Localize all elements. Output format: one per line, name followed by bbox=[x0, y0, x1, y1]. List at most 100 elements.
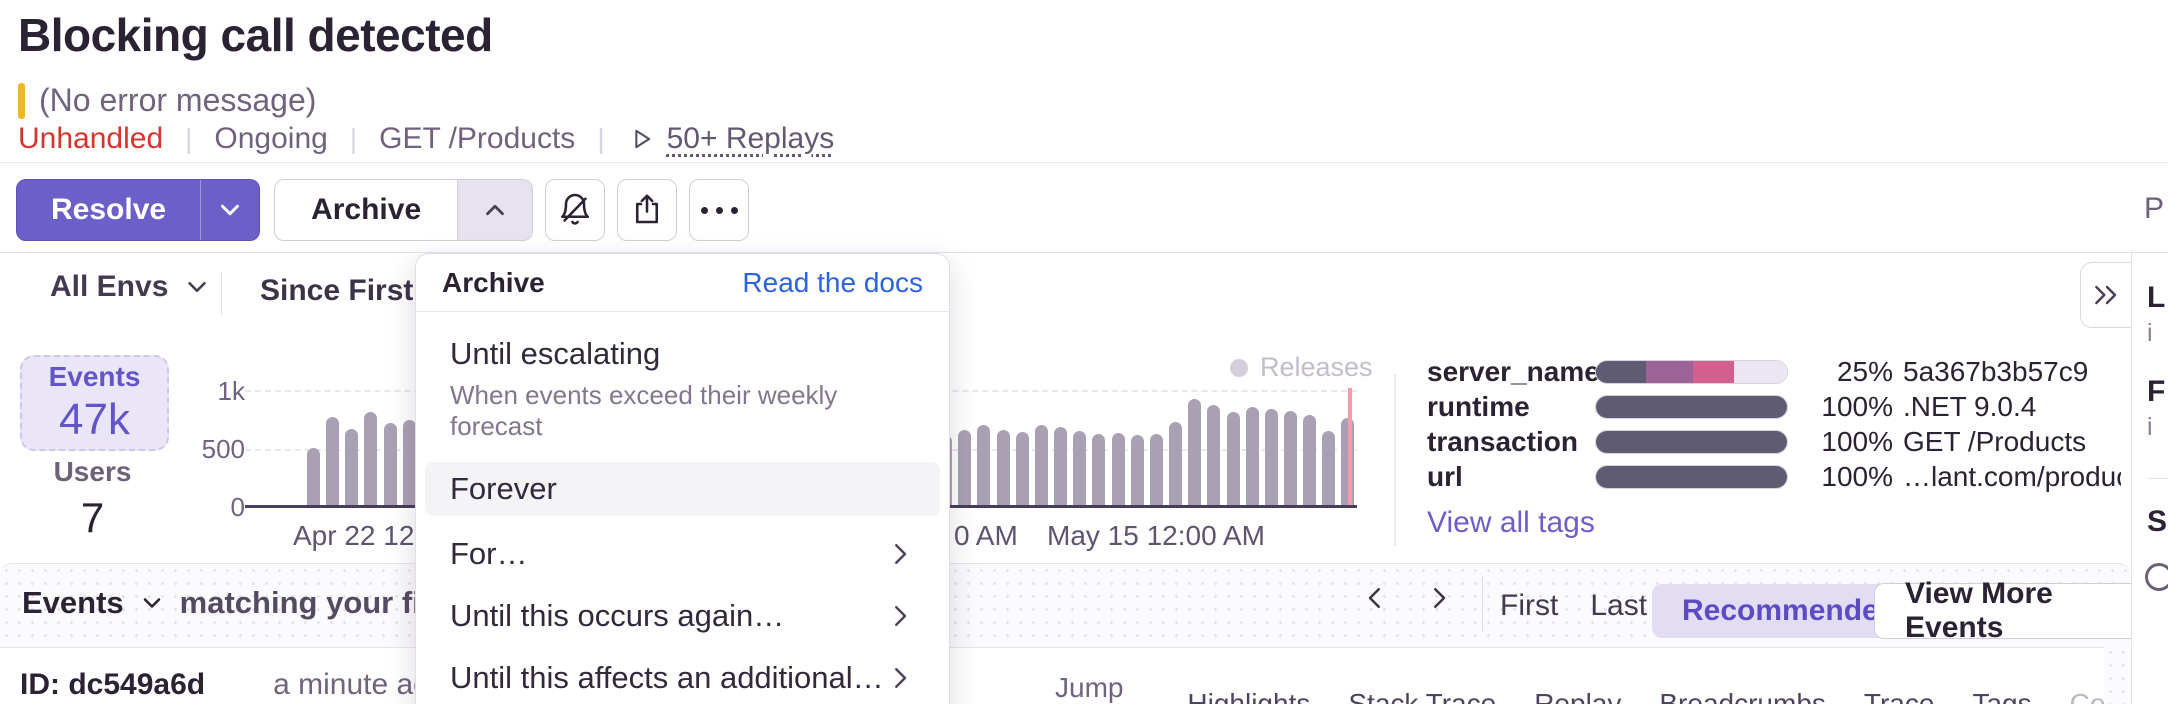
sidebar-text-fragment: i bbox=[2147, 413, 2168, 442]
x-tick-may8-fragment: 0 AM bbox=[954, 520, 1018, 552]
tag-row[interactable]: runtime 100% .NET 9.0.4 bbox=[1427, 389, 2121, 424]
chart-bar bbox=[1169, 422, 1182, 508]
replays-link[interactable]: 50+ Replays bbox=[627, 122, 835, 156]
last-event-link[interactable]: Last bbox=[1590, 589, 1647, 623]
jump-link-tags[interactable]: Tags bbox=[1972, 688, 2031, 704]
chart-bar bbox=[345, 429, 358, 508]
jump-link-breadcrumbs[interactable]: Breadcrumbs bbox=[1659, 688, 1826, 704]
archive-button[interactable]: Archive bbox=[274, 179, 533, 241]
avatar bbox=[2145, 563, 2168, 591]
chart-bar bbox=[1035, 425, 1048, 508]
jump-link-replay[interactable]: Replay bbox=[1534, 688, 1621, 704]
environment-selector[interactable]: All Envs bbox=[50, 270, 212, 304]
chevron-left-icon[interactable] bbox=[1360, 583, 1390, 613]
archive-dropdown-button[interactable] bbox=[457, 180, 532, 240]
users-stat-toggle[interactable]: Users 7 bbox=[20, 456, 165, 542]
chart-bar bbox=[1112, 433, 1125, 508]
chevron-down-icon bbox=[138, 589, 166, 617]
menu-item-label: Until this affects an additional… bbox=[450, 660, 884, 696]
share-button[interactable] bbox=[617, 179, 677, 241]
chart-bar bbox=[1284, 411, 1297, 508]
tag-distribution-bar bbox=[1595, 360, 1788, 384]
tag-key: url bbox=[1427, 461, 1585, 493]
tag-key: server_name bbox=[1427, 356, 1585, 388]
events-dropdown-label: Events bbox=[22, 585, 124, 621]
tag-row[interactable]: url 100% …lant.com/products bbox=[1427, 459, 2121, 494]
upload-icon bbox=[629, 192, 665, 228]
resolve-button[interactable]: Resolve bbox=[16, 179, 260, 241]
chart-legend[interactable]: Releases bbox=[1230, 352, 1373, 383]
view-more-events-button[interactable]: View More Events bbox=[1874, 583, 2168, 639]
chart-bar bbox=[326, 417, 339, 508]
y-tick-500: 500 bbox=[165, 434, 245, 465]
jump-link-highlights[interactable]: Highlights bbox=[1187, 688, 1310, 704]
menu-item-sublabel: When events exceed their weekly forecast bbox=[450, 380, 915, 442]
sidebar-divider bbox=[2147, 478, 2168, 479]
x-tick-apr22: Apr 22 12: bbox=[293, 520, 422, 552]
graph-section: Events 47k Users 7 1k 500 0 Apr 22 12: 0… bbox=[0, 334, 2130, 563]
view-all-tags-link[interactable]: View all tags bbox=[1427, 506, 1595, 540]
chevron-down-icon bbox=[215, 195, 245, 225]
level-indicator-bar bbox=[18, 83, 25, 119]
tag-bar-segment bbox=[1646, 361, 1694, 383]
replays-count: 50+ Replays bbox=[667, 122, 835, 156]
more-actions-button[interactable] bbox=[689, 179, 749, 241]
filter-divider bbox=[221, 272, 222, 316]
transaction-label: GET /Products bbox=[379, 122, 575, 156]
tag-value: .NET 9.0.4 bbox=[1903, 391, 2121, 423]
tag-percent: 100% bbox=[1805, 391, 1893, 423]
menu-item-until-occurs-again[interactable]: Until this occurs again… bbox=[425, 592, 940, 640]
users-stat-value: 7 bbox=[81, 494, 104, 542]
chevron-down-icon bbox=[182, 272, 212, 302]
chevron-right-icon[interactable] bbox=[1424, 583, 1454, 613]
menu-item-for[interactable]: For… bbox=[425, 530, 940, 578]
substatus-label: Ongoing bbox=[214, 122, 327, 156]
collapse-sidebar-button[interactable] bbox=[2080, 262, 2132, 328]
resolve-dropdown-button[interactable] bbox=[200, 180, 259, 240]
event-id: ID: dc549a6d bbox=[20, 668, 205, 702]
tag-bar-segment bbox=[1734, 361, 1787, 383]
chart-bar bbox=[1246, 407, 1259, 508]
menu-item-label: Until escalating bbox=[450, 336, 660, 371]
events-stat-value: 47k bbox=[59, 395, 130, 445]
tag-distribution-bar bbox=[1595, 430, 1788, 454]
chart-bar bbox=[1188, 399, 1201, 508]
chart-bar bbox=[364, 412, 377, 508]
chart-bar bbox=[307, 448, 320, 508]
archive-menu-body: Until escalating When events exceed thei… bbox=[416, 312, 949, 704]
tag-bar-segment bbox=[1596, 396, 1787, 418]
chart-bar bbox=[1054, 427, 1067, 508]
toolbar-right-fragment: P bbox=[2144, 192, 2164, 226]
jump-link-trace[interactable]: Trace bbox=[1864, 688, 1935, 704]
jump-link-truncated[interactable]: Co bbox=[2070, 688, 2106, 704]
users-stat-label: Users bbox=[54, 456, 132, 488]
chart-bar bbox=[384, 423, 397, 508]
mute-button[interactable] bbox=[545, 179, 605, 241]
release-marker-line bbox=[1348, 388, 1352, 508]
menu-item-until-affects-additional[interactable]: Until this affects an additional… bbox=[425, 654, 940, 702]
archive-menu-title: Archive bbox=[442, 267, 545, 299]
tag-value: …lant.com/products bbox=[1903, 461, 2121, 493]
chevron-right-icon bbox=[885, 663, 915, 693]
archive-label[interactable]: Archive bbox=[275, 180, 457, 240]
tag-distribution-list: server_name 25% 5a367b3b57c9 runtime 100… bbox=[1427, 354, 2121, 494]
jump-link-stack-trace[interactable]: Stack Trace bbox=[1348, 688, 1496, 704]
read-the-docs-link[interactable]: Read the docs bbox=[742, 267, 923, 299]
issue-meta-row: Unhandled | Ongoing | GET /Products | 50… bbox=[18, 122, 834, 156]
events-stat-toggle[interactable]: Events 47k bbox=[20, 355, 169, 451]
menu-item-until-escalating[interactable]: Until escalating When events exceed thei… bbox=[425, 324, 940, 452]
page-title: Blocking call detected bbox=[18, 8, 493, 62]
tag-row[interactable]: transaction 100% GET /Products bbox=[1427, 424, 2121, 459]
separator: | bbox=[185, 123, 192, 155]
menu-item-label: Until this occurs again… bbox=[450, 598, 784, 634]
tag-distribution-bar bbox=[1595, 395, 1788, 419]
header-divider bbox=[0, 162, 2168, 163]
date-range-toggle[interactable]: Since First bbox=[260, 274, 413, 308]
chart-bar bbox=[997, 430, 1010, 508]
menu-item-forever[interactable]: Forever bbox=[425, 462, 940, 516]
sidebar-text-fragment: i bbox=[2147, 319, 2168, 348]
tag-row[interactable]: server_name 25% 5a367b3b57c9 bbox=[1427, 354, 2121, 389]
first-event-link[interactable]: First bbox=[1500, 589, 1558, 623]
resolve-label[interactable]: Resolve bbox=[17, 180, 200, 240]
tag-distribution-bar bbox=[1595, 465, 1788, 489]
